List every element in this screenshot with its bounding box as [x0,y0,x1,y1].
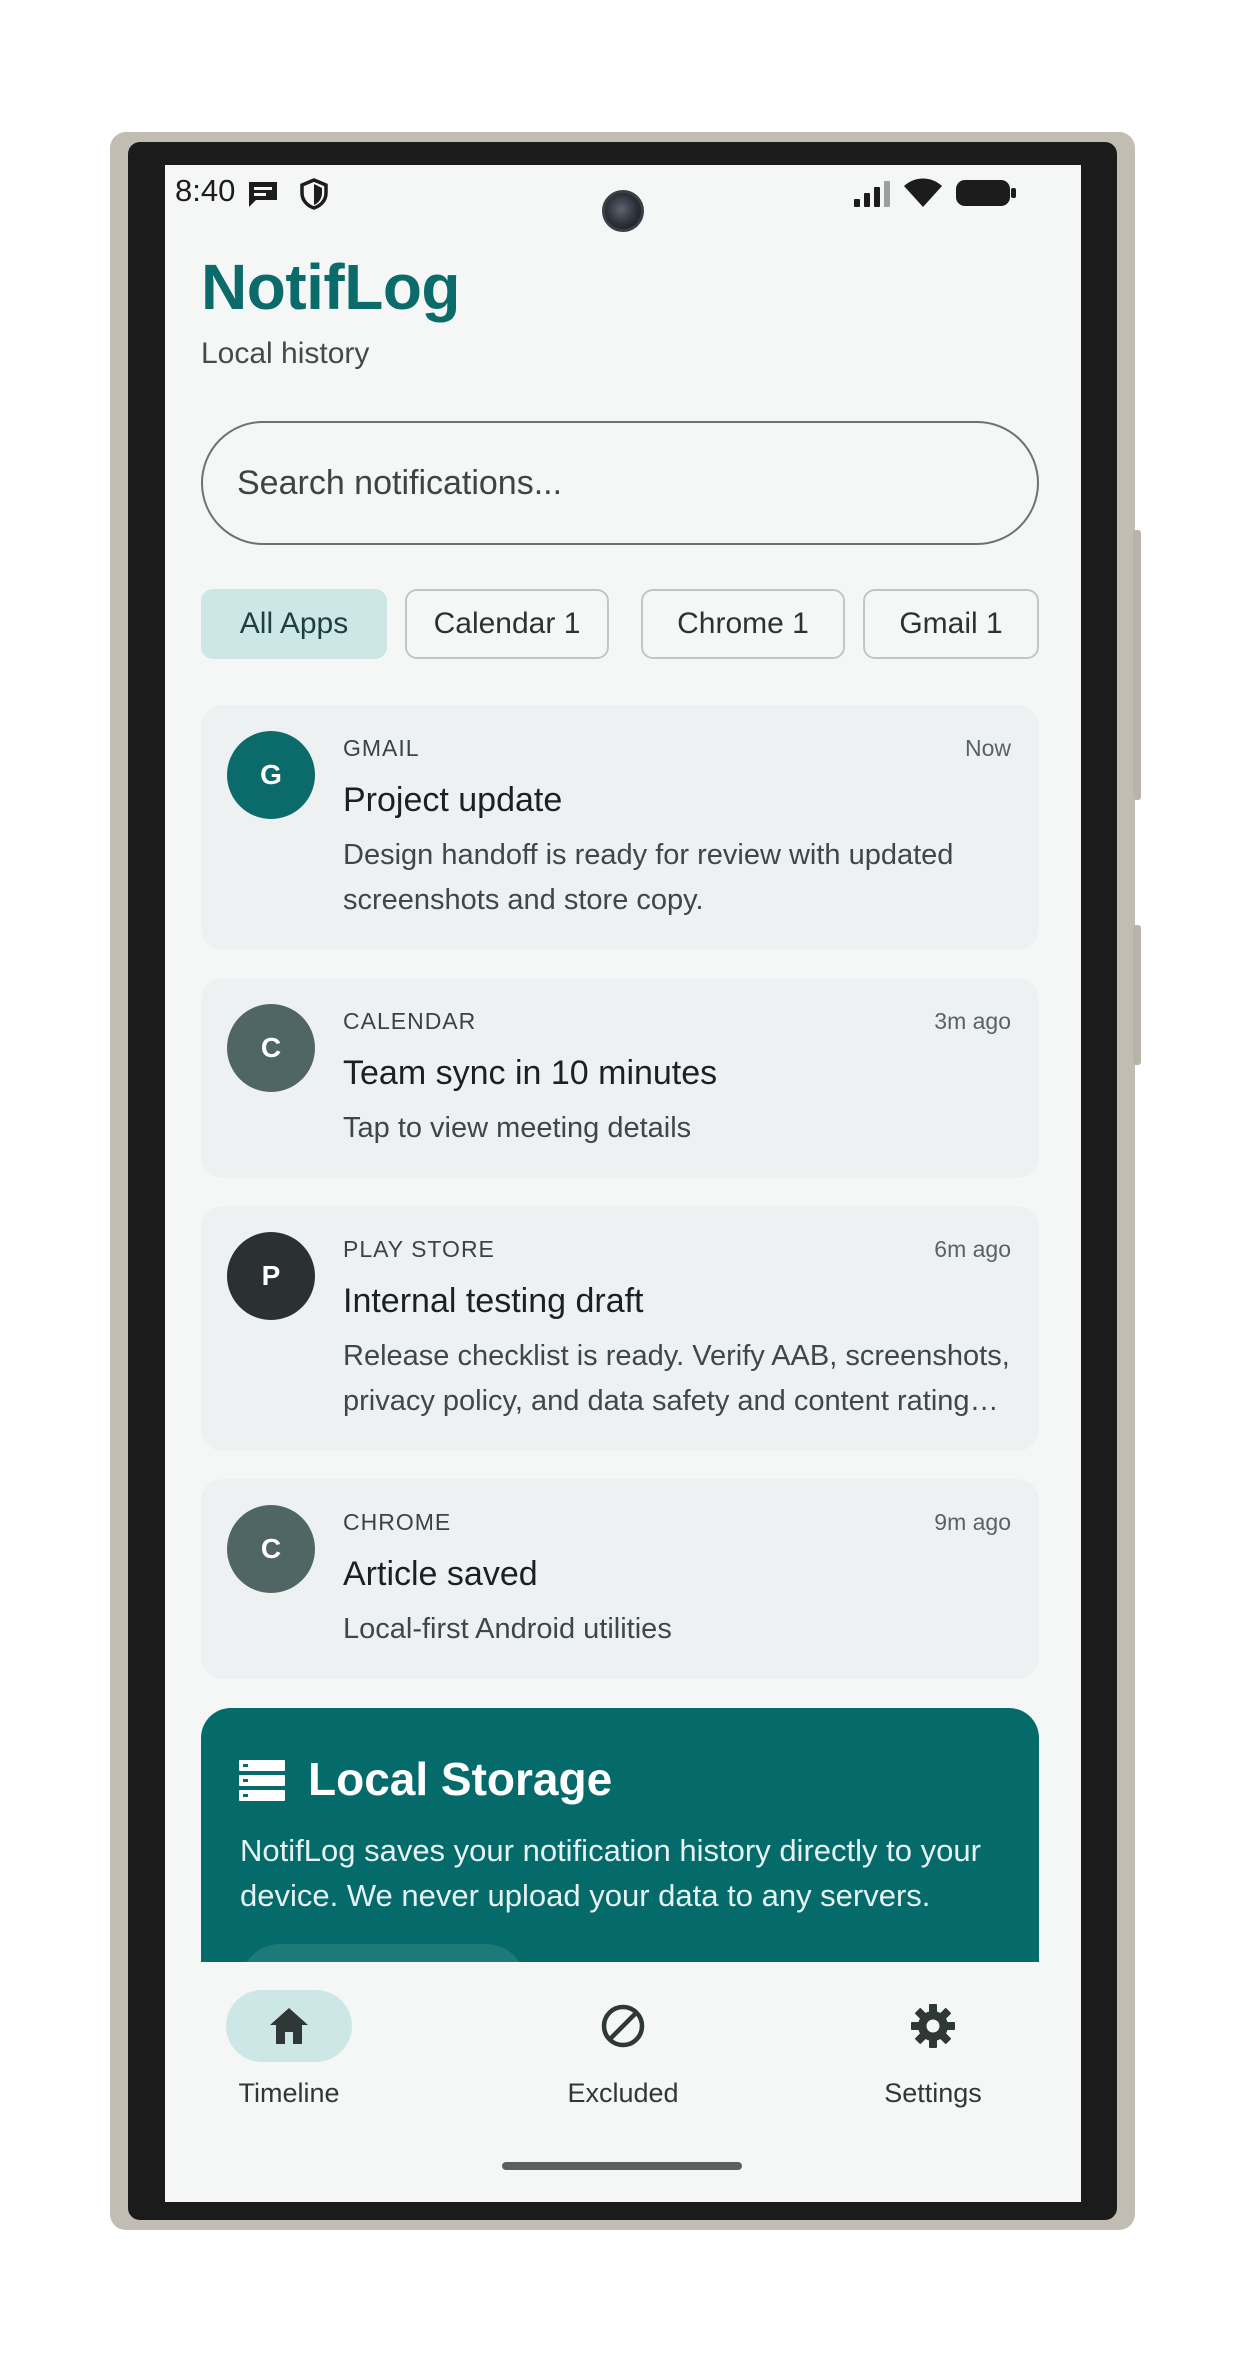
app-avatar: C [227,1004,315,1092]
notification-app-name: CALENDAR [343,1008,477,1034]
gesture-navigation-bar[interactable] [502,2162,742,2170]
filter-chip-calendar[interactable]: Calendar 1 [405,589,609,659]
nav-label: Settings [884,2078,982,2108]
volume-key [1133,530,1141,800]
search-input[interactable] [201,421,1039,545]
notification-body: Design handoff is ready for review with … [343,839,954,916]
notification-time: 6m ago [934,1236,1011,1262]
app-title: NotifLog [201,251,461,323]
nav-label: Excluded [567,2078,679,2108]
filter-chip-chrome[interactable]: Chrome 1 [641,589,845,659]
app-avatar: C [227,1505,315,1593]
battery-icon [956,180,1016,206]
avatar-letter: C [260,1533,282,1564]
storage-icon [239,1760,285,1801]
nav-item-settings[interactable]: Settings [833,1990,1033,2110]
block-icon [601,2004,645,2048]
notification-app-name: GMAIL [343,735,420,761]
nav-item-timeline[interactable]: Timeline [189,1990,389,2110]
home-icon [270,2008,308,2044]
notification-title: Article saved [343,1555,538,1593]
storage-card-title: Local Storage [308,1753,613,1805]
nav-active-indicator [226,1990,352,2062]
wifi-icon [904,178,942,207]
shield-icon [300,178,328,210]
notification-app-name: CHROME [343,1509,452,1535]
storage-card-text: NotifLog saves your notification history… [240,1833,981,1913]
nav-label: Timeline [238,2078,340,2108]
notification-title: Project update [343,781,563,819]
nav-item-excluded[interactable]: Excluded [523,1990,723,2110]
notification-body: Tap to view meeting details [343,1112,692,1144]
notification-body: Local-first Android utilities [343,1613,672,1645]
notification-time: Now [964,735,1011,761]
notification-card-calendar[interactable]: C CALENDAR 3m ago Team sync in 10 minute… [201,978,1039,1178]
filter-chip-all-apps[interactable]: All Apps [201,589,387,659]
nav-icon-container [870,1990,996,2062]
avatar-letter: C [260,1032,282,1063]
app-avatar: P [227,1232,315,1320]
cell-signal-icon [854,181,890,207]
app-avatar: G [227,731,315,819]
filter-chip-gmail[interactable]: Gmail 1 [863,589,1039,659]
app-subtitle: Local history [201,337,370,370]
notification-title: Team sync in 10 minutes [343,1054,718,1092]
power-key [1133,925,1141,1065]
gear-icon [911,2004,955,2048]
notification-card-play-store[interactable]: P PLAY STORE 6m ago Internal testing dra… [201,1206,1039,1451]
phone-screen: 8:40 NotifLog Local history All Apps Cal… [165,165,1081,2202]
notification-time: 9m ago [934,1509,1011,1535]
avatar-letter: P [261,1260,281,1291]
notification-body: Release checklist is ready. Verify AAB, … [343,1340,1010,1417]
avatar-letter: G [260,759,282,790]
notification-time: 3m ago [934,1008,1011,1034]
notification-card-chrome[interactable]: C CHROME 9m ago Article saved Local-firs… [201,1479,1039,1679]
front-camera [602,190,644,232]
notification-app-name: PLAY STORE [343,1236,495,1262]
notification-title: Internal testing draft [343,1282,644,1320]
message-notification-icon [249,182,277,207]
notification-card-gmail[interactable]: G GMAIL Now Project update Design handof… [201,705,1039,950]
status-time: 8:40 [175,173,236,208]
nav-icon-container [560,1990,686,2062]
